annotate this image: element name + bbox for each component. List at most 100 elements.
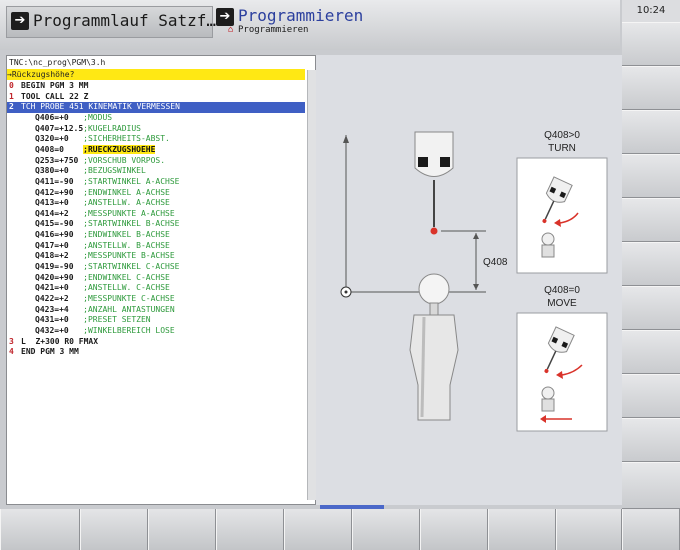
softkey-9[interactable] — [556, 509, 622, 550]
program-line[interactable]: Q416=+90 ;ENDWINKEL B-ACHSE — [7, 230, 170, 241]
program-line[interactable]: Q412=+90 ;ENDWINKEL A-ACHSE — [7, 188, 170, 199]
line-code: Q416=+90 — [35, 230, 84, 240]
softkey-6[interactable] — [352, 509, 420, 550]
program-line[interactable]: Q408=0 ;RUECKZUGSHOEHE — [7, 144, 156, 156]
program-line[interactable]: Q411=-90 ;STARTWINKEL A-ACHSE — [7, 177, 180, 188]
move-title: Q408=0 — [544, 285, 580, 296]
move-subtitle: MOVE — [547, 298, 577, 309]
line-code: Q413=+0 — [35, 198, 84, 208]
softkey-2[interactable] — [80, 509, 148, 550]
program-line[interactable]: Q413=+0 ;ANSTELLW. A-ACHSE — [7, 198, 170, 209]
program-line[interactable]: Q380=+0 ;BEZUGSWINKEL — [7, 166, 146, 177]
program-editor[interactable]: TNC:\nc_prog\PGM\3.h →Rückzugshöhe? 0 BEG… — [6, 55, 316, 505]
right-softkey-8[interactable] — [622, 330, 680, 374]
line-code: Q421=+0 — [35, 283, 84, 293]
program-line[interactable]: Q418=+2 ;MESSPUNKTE B-ACHSE — [7, 251, 175, 262]
right-softkey-9[interactable] — [622, 374, 680, 418]
right-softkey-2[interactable] — [622, 66, 680, 110]
mode-program-run-button[interactable]: ➔ Programmlauf Satzf… — [6, 6, 217, 38]
program-line[interactable]: 2 TCH PROBE 451 KINEMATIK VERMESSEN — [7, 102, 305, 113]
line-code: Q320=+0 — [35, 134, 84, 144]
program-line[interactable]: 0 BEGIN PGM 3 MM — [7, 81, 88, 92]
home-icon: ⌂ — [228, 25, 234, 35]
run-arrow-icon: ➔ — [11, 12, 29, 30]
right-softkey-6[interactable] — [622, 242, 680, 286]
line-code: Q414=+2 — [35, 208, 84, 218]
line-comment: ;MESSPUNKTE A-ACHSE — [83, 208, 175, 218]
program-scrollbar[interactable] — [307, 70, 316, 500]
program-line[interactable]: Q407=+12.5;KUGELRADIUS — [7, 124, 141, 135]
line-comment: ;ANSTELLW. A-ACHSE — [83, 198, 170, 208]
program-line[interactable]: Q320=+0 ;SICHERHEITS-ABST. — [7, 134, 170, 145]
mode-programming-title[interactable]: Programmieren — [238, 6, 363, 25]
q408-label: Q408 — [483, 257, 508, 268]
right-softkey-11[interactable] — [622, 462, 680, 509]
line-comment: ;ENDWINKEL B-ACHSE — [83, 230, 170, 240]
softkey-8[interactable] — [488, 509, 556, 550]
line-comment: ;MESSPUNKTE C-ACHSE — [83, 294, 175, 303]
line-comment: ;ANSTELLW. C-ACHSE — [83, 283, 170, 293]
line-comment: ;PRESET SETZEN — [83, 315, 151, 325]
right-softkey-4[interactable] — [622, 154, 680, 198]
program-line[interactable]: Q423=+4 ;ANZAHL ANTASTUNGEN — [7, 305, 175, 316]
line-code: Q408=0 — [35, 144, 84, 154]
move-ball-icon — [541, 386, 555, 412]
program-line[interactable]: Q432=+0 ;WINKELBEREICH LOSE — [7, 326, 175, 337]
program-line[interactable]: Q414=+2 ;MESSPUNKTE A-ACHSE — [7, 209, 175, 220]
line-comment: ;STARTWINKEL A-ACHSE — [83, 176, 180, 186]
line-code: TOOL CALL 22 Z — [21, 91, 89, 101]
right-softkey-10[interactable] — [622, 418, 680, 462]
program-line[interactable]: Q431=+0 ;PRESET SETZEN — [7, 315, 151, 326]
line-number: 4 — [9, 347, 14, 357]
softkey-4[interactable] — [216, 509, 284, 550]
program-line[interactable]: Q420=+90 ;ENDWINKEL C-ACHSE — [7, 273, 170, 284]
line-code: Q423=+4 — [35, 304, 84, 314]
mode-program-run-label: Programmlauf Satzf… — [33, 11, 217, 30]
line-code: Q412=+90 — [35, 187, 84, 197]
line-code: Q418=+2 — [35, 251, 84, 261]
turn-title: Q408>0 — [544, 130, 580, 141]
right-softkey-5[interactable] — [622, 198, 680, 242]
program-line[interactable]: 3 L Z+300 R0 FMAX — [7, 337, 98, 348]
line-code: Q417=+0 — [35, 240, 84, 250]
right-softkey-3[interactable] — [622, 110, 680, 154]
touch-probe-icon — [414, 131, 454, 235]
softkey-1[interactable] — [0, 509, 80, 550]
line-comment: ;MESSPUNKTE B-ACHSE — [83, 251, 175, 261]
softkey-7[interactable] — [420, 509, 488, 550]
clock-display: 10:24 — [622, 0, 680, 22]
line-code: Q415=-90 — [35, 219, 84, 229]
line-code: TCH PROBE 451 KINEMATIK VERMESSEN — [21, 102, 180, 112]
turn-ball-icon — [541, 232, 555, 258]
program-line[interactable]: Q415=-90 ;STARTWINKEL B-ACHSE — [7, 219, 180, 230]
line-code: Q420=+90 — [35, 272, 84, 282]
turn-illustration — [516, 157, 608, 274]
line-code: Q419=-90 — [35, 262, 84, 272]
softkey-5[interactable] — [284, 509, 352, 550]
line-comment: ;RUECKZUGSHOEHE — [83, 144, 156, 154]
line-code: Q406=+0 — [35, 112, 84, 122]
program-line[interactable]: 1 TOOL CALL 22 Z — [7, 92, 88, 103]
line-comment: ;ENDWINKEL A-ACHSE — [83, 187, 170, 197]
program-line[interactable]: Q421=+0 ;ANSTELLW. C-ACHSE — [7, 283, 170, 294]
line-code: Q407=+12.5 — [35, 123, 84, 133]
mode-programming-subtitle: Programmieren — [238, 25, 309, 35]
line-comment: ;ANSTELLW. B-ACHSE — [83, 240, 170, 250]
program-line[interactable]: Q406=+0 ;MODUS — [7, 113, 112, 124]
program-line[interactable]: Q253=+750 ;VORSCHUB VORPOS. — [7, 156, 165, 167]
program-line[interactable]: 4 END PGM 3 MM — [7, 347, 79, 358]
line-comment: ;MODUS — [83, 112, 113, 122]
softkey-10[interactable] — [622, 509, 680, 550]
line-code: BEGIN PGM 3 MM — [21, 81, 89, 90]
right-softkey-7[interactable] — [622, 286, 680, 330]
line-code: END PGM 3 MM — [21, 347, 79, 357]
turn-subtitle: TURN — [548, 143, 576, 154]
line-number: 0 — [9, 81, 14, 90]
softkey-3[interactable] — [148, 509, 216, 550]
program-line[interactable]: Q422=+2 ;MESSPUNKTE C-ACHSE — [7, 294, 175, 305]
help-graphic: Q408 Q408>0 TURN Q408=0 MOVE — [316, 55, 622, 505]
line-comment: ;BEZUGSWINKEL — [83, 166, 146, 176]
right-softkey-1[interactable] — [622, 22, 680, 66]
program-line[interactable]: Q419=-90 ;STARTWINKEL C-ACHSE — [7, 262, 180, 273]
program-line[interactable]: Q417=+0 ;ANSTELLW. B-ACHSE — [7, 241, 170, 252]
